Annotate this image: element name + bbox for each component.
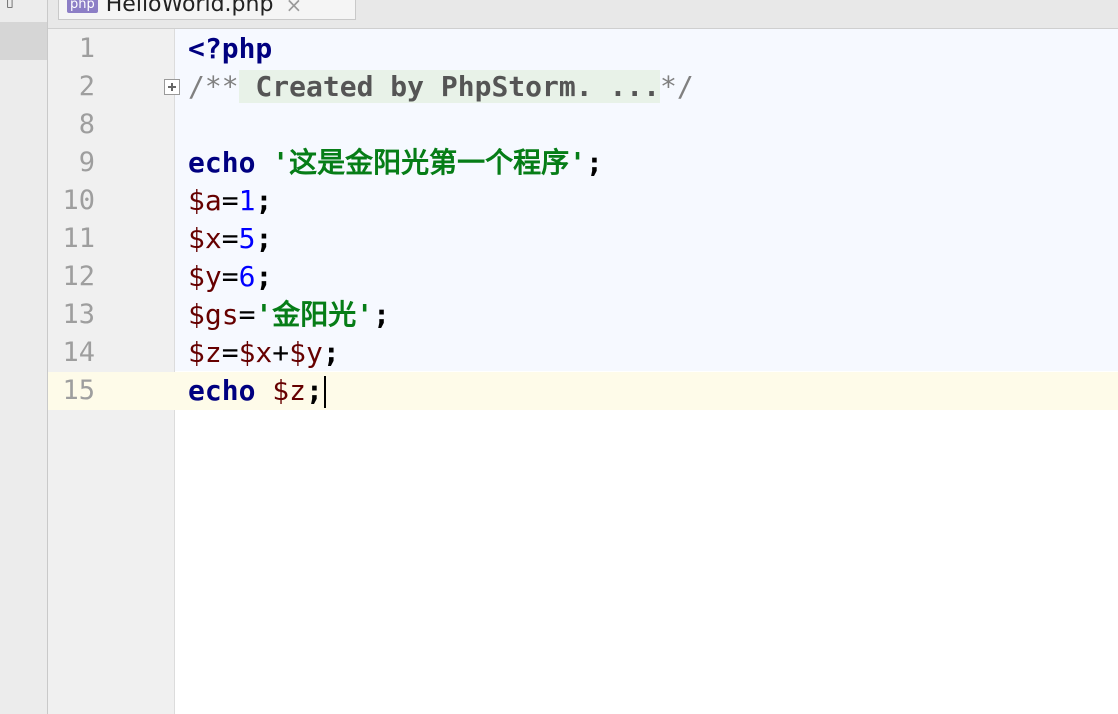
line-number: 2: [78, 71, 95, 102]
code-text: $y=6;: [188, 260, 273, 293]
line-number: 13: [62, 299, 95, 330]
code-line[interactable]: 10 $a=1;: [48, 182, 1118, 220]
code-line[interactable]: 11 $x=5;: [48, 220, 1118, 258]
line-number: 8: [78, 109, 95, 140]
line-number: 12: [62, 261, 95, 292]
folded-comment[interactable]: Created by PhpStorm. ...: [238, 70, 661, 103]
code-text: echo '这是金阳光第一个程序';: [188, 146, 603, 179]
code-text: echo $z;: [188, 372, 326, 410]
line-number: 11: [62, 223, 95, 254]
code-text: /** Created by PhpStorm. ...*/: [188, 70, 694, 103]
code-line[interactable]: 12 $y=6;: [48, 258, 1118, 296]
file-tab-label: HelloWorld.php: [105, 0, 274, 17]
line-number: 1: [78, 33, 95, 64]
line-number: 15: [62, 375, 95, 406]
code-line[interactable]: 13 $gs='金阳光';: [48, 296, 1118, 334]
code-text: $x=5;: [188, 222, 273, 255]
expand-fold-icon[interactable]: [164, 79, 180, 95]
tool-window-marker: ▯: [6, 0, 14, 10]
code-line[interactable]: 1 <?php: [48, 30, 1118, 68]
code-text: <?php: [188, 32, 273, 65]
text-caret: [323, 376, 326, 408]
editor-tab-bar: php HelloWorld.php ×: [48, 0, 1118, 29]
line-number: 10: [62, 185, 95, 216]
code-line[interactable]: 2 /** Created by PhpStorm. ...*/: [48, 68, 1118, 106]
code-line[interactable]: 14 $z=$x+$y;: [48, 334, 1118, 372]
project-tool-window-edge[interactable]: ▯: [0, 0, 48, 714]
code-text: $a=1;: [188, 184, 273, 217]
code-text: $z=$x+$y;: [188, 336, 340, 369]
file-tab[interactable]: php HelloWorld.php ×: [58, 0, 356, 20]
line-number: 14: [62, 337, 95, 368]
code-line[interactable]: 9 echo '这是金阳光第一个程序';: [48, 144, 1118, 182]
code-line[interactable]: 8: [48, 106, 1118, 144]
line-number: 9: [78, 147, 95, 178]
selected-tree-row[interactable]: [0, 22, 47, 60]
code-text: $gs='金阳光';: [188, 298, 391, 331]
close-tab-icon[interactable]: ×: [285, 0, 302, 17]
php-file-icon: php: [67, 0, 98, 13]
code-line-current[interactable]: 15 echo $z;: [48, 372, 1118, 410]
